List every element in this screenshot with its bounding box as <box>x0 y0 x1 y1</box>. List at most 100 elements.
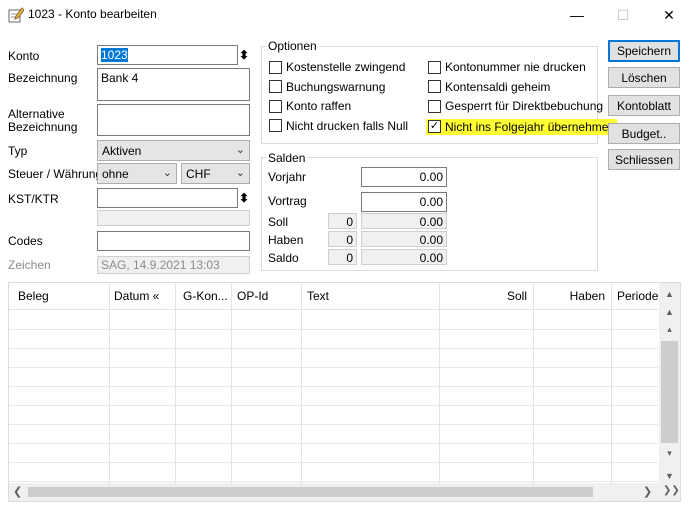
konto-label: Konto <box>8 49 40 63</box>
option-left-1[interactable]: Buchungswarnung <box>269 80 385 94</box>
chevron-down-icon: ⌄ <box>162 167 172 179</box>
option-checkbox[interactable] <box>428 60 441 74</box>
saldo-count: 0 <box>328 249 357 265</box>
option-label: Buchungswarnung <box>286 79 386 94</box>
kst-input[interactable] <box>97 188 238 208</box>
haben-count: 0 <box>328 231 357 247</box>
schliessen-button[interactable]: Schliessen <box>608 149 680 170</box>
row-divider <box>9 443 658 444</box>
close-icon: ✕ <box>663 6 675 23</box>
option-checkbox[interactable] <box>269 99 282 113</box>
option-left-0[interactable]: Kostenstelle zwingend <box>269 60 405 74</box>
scroll-page-up-icon[interactable]: ▲ <box>661 303 678 320</box>
minimize-button[interactable]: — <box>554 0 600 30</box>
kontoblatt-button[interactable]: Kontoblatt <box>608 95 680 116</box>
option-checkbox[interactable] <box>269 60 282 74</box>
scroll-up-icon[interactable]: ▴ <box>661 321 678 338</box>
option-checkbox[interactable] <box>428 99 441 113</box>
haben-value: 0.00 <box>361 231 447 247</box>
alt-bezeichnung-label-1: Alternative <box>8 107 65 121</box>
alt-bezeichnung-label-2: Bezeichnung <box>8 120 78 134</box>
scroll-down-icon[interactable]: ▾ <box>661 445 678 462</box>
codes-input[interactable] <box>97 231 250 251</box>
column-header[interactable]: Text <box>301 289 439 303</box>
saldo-value: 0.00 <box>361 249 447 265</box>
typ-select[interactable]: Aktiven ⌄ <box>97 140 250 161</box>
kst-label: KST/KTR <box>8 192 59 206</box>
grid-body <box>9 310 658 486</box>
bezeichnung-label: Bezeichnung <box>8 71 78 85</box>
column-header[interactable]: G-Kon... <box>175 289 231 303</box>
column-header[interactable]: Datum « <box>109 289 175 303</box>
speichern-button[interactable]: Speichern <box>608 40 680 62</box>
column-divider <box>231 283 232 486</box>
title-bar: 1023 - Konto bearbeiten — ☐ ✕ <box>0 0 692 30</box>
konto-spinner-icon[interactable]: ⬍ <box>239 45 249 65</box>
row-divider <box>9 329 658 330</box>
vorjahr-label: Vorjahr <box>268 170 307 184</box>
column-header[interactable]: Beleg <box>9 289 109 303</box>
option-right-0[interactable]: Kontonummer nie drucken <box>428 60 586 74</box>
maximize-icon: ☐ <box>616 6 630 23</box>
row-divider <box>9 348 658 349</box>
zeichen-label: Zeichen <box>8 258 51 272</box>
row-divider <box>9 424 658 425</box>
steuer-label: Steuer / Währung <box>8 167 103 181</box>
option-label: Nicht ins Folgejahr übernehmen <box>445 119 616 134</box>
horizontal-scroll-thumb[interactable] <box>28 487 593 497</box>
budget-button[interactable]: Budget.. <box>608 123 680 144</box>
column-header[interactable]: OP-Id <box>231 289 301 303</box>
option-checkbox[interactable]: ✓ <box>428 120 441 133</box>
option-label: Konto raffen <box>286 99 352 113</box>
waehrung-value: CHF <box>186 167 211 181</box>
konto-input[interactable]: 1023 <box>97 45 238 65</box>
kst-spinner-icon[interactable]: ⬍ <box>239 188 249 208</box>
column-divider <box>301 283 302 486</box>
option-label: Kostenstelle zwingend <box>286 60 406 74</box>
option-label: Gesperrt für Direktbebuchung <box>445 99 604 113</box>
vortrag-label: Vortrag <box>268 194 307 208</box>
option-label: Kontonummer nie drucken <box>445 60 586 74</box>
soll-count: 0 <box>328 213 357 229</box>
option-left-3[interactable]: Nicht drucken falls Null <box>269 119 408 133</box>
waehrung-select[interactable]: CHF ⌄ <box>181 163 250 184</box>
scroll-thumb[interactable] <box>661 341 678 443</box>
option-checkbox[interactable] <box>428 80 441 93</box>
scroll-page-down-icon[interactable]: ▼ <box>661 467 678 484</box>
option-right-3[interactable]: ✓ Nicht ins Folgejahr übernehmen <box>426 118 618 135</box>
vertical-scrollbar[interactable]: ▲ ▲ ▴ ▾ ▼ <box>659 283 680 486</box>
vorjahr-input[interactable]: 0.00 <box>361 167 447 187</box>
typ-label: Typ <box>8 144 28 158</box>
row-divider <box>9 481 658 482</box>
column-header[interactable]: Periode <box>611 289 658 303</box>
scroll-top-icon[interactable]: ▲ <box>661 285 678 302</box>
row-divider <box>9 405 658 406</box>
alt-bezeichnung-input[interactable] <box>97 104 250 136</box>
row-divider <box>9 386 658 387</box>
konto-value: 1023 <box>101 48 128 62</box>
steuer-select[interactable]: ohne ⌄ <box>97 163 177 184</box>
soll-label: Soll <box>268 215 289 229</box>
row-divider <box>9 462 658 463</box>
option-label: Nicht drucken falls Null <box>286 118 409 133</box>
option-right-2[interactable]: Gesperrt für Direktbebuchung <box>428 99 603 113</box>
scroll-end-icon[interactable]: ❯❯ <box>663 485 680 496</box>
scroll-left-icon[interactable]: ❮ <box>13 485 22 498</box>
chevron-down-icon: ⌄ <box>235 167 245 179</box>
bezeichnung-input[interactable]: Bank 4 <box>97 68 250 101</box>
column-divider <box>109 283 110 486</box>
scroll-right-icon[interactable]: ❯ <box>643 485 652 498</box>
option-checkbox[interactable] <box>269 119 282 132</box>
close-button[interactable]: ✕ <box>646 0 692 30</box>
column-header[interactable]: Haben <box>533 289 611 303</box>
loeschen-button[interactable]: Löschen <box>608 67 680 88</box>
option-right-1[interactable]: Kontensaldi geheim <box>428 80 550 94</box>
option-checkbox[interactable] <box>269 80 282 93</box>
booking-grid[interactable]: Beleg Datum «G-Kon... OP-Id Text Soll Haben Pe… <box>8 282 681 502</box>
typ-value: Aktiven <box>102 144 142 158</box>
vortrag-input[interactable]: 0.00 <box>361 192 447 212</box>
option-left-2[interactable]: Konto raffen <box>269 99 351 113</box>
chevron-down-icon: ⌄ <box>235 144 245 156</box>
column-header[interactable]: Soll <box>439 289 533 303</box>
column-divider <box>175 283 176 486</box>
